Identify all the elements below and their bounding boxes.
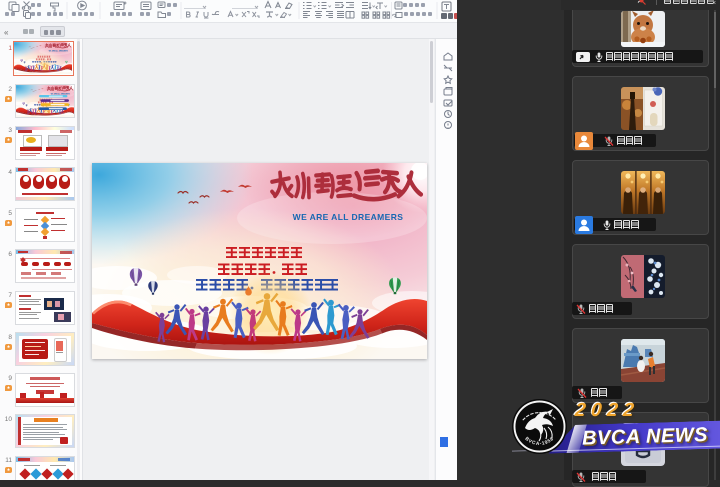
- svg-text:WE ARE ALL DREAMERS: WE ARE ALL DREAMERS: [293, 212, 404, 222]
